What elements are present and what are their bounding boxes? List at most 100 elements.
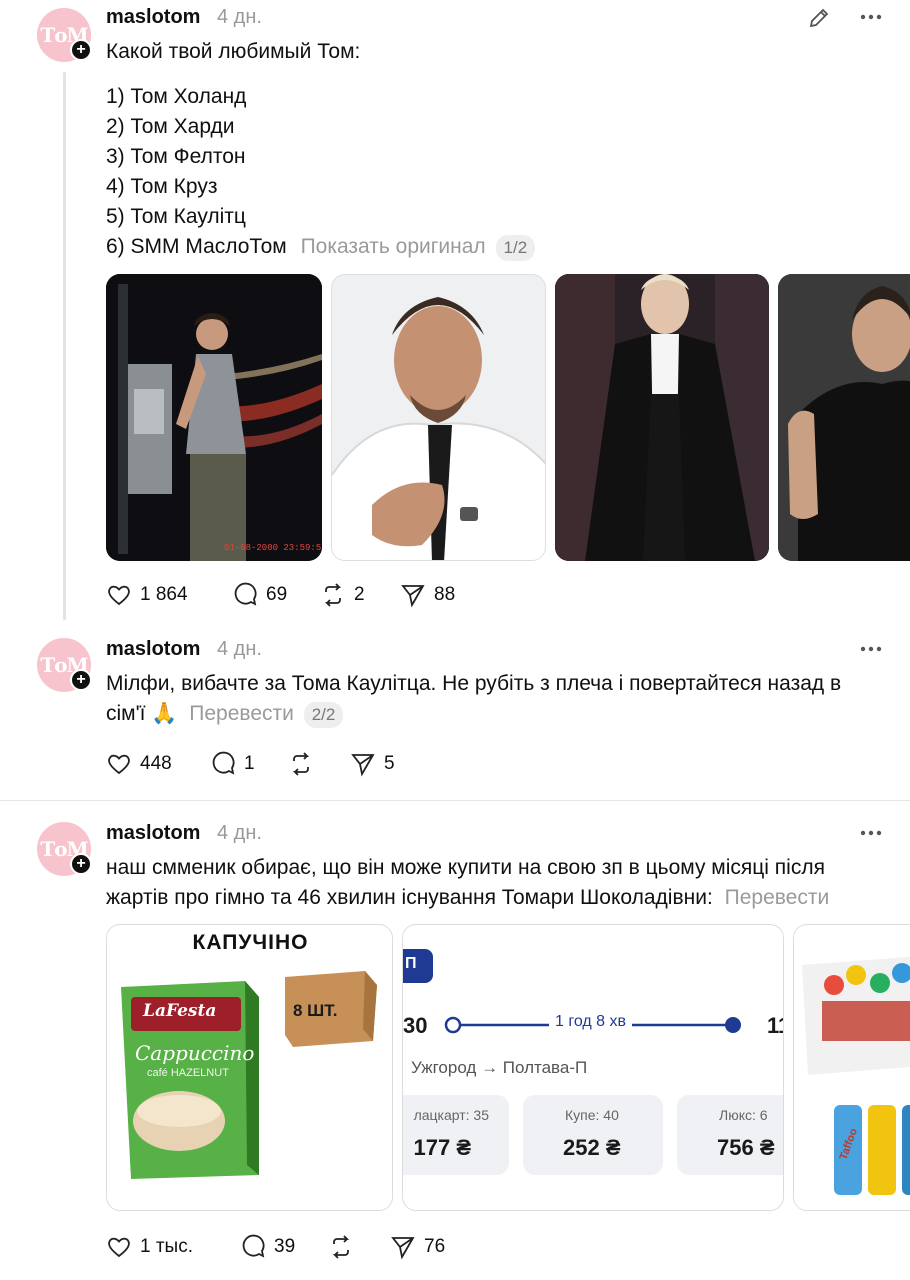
comment-button[interactable]: 69 (232, 582, 287, 608)
heart-icon (108, 754, 130, 775)
post-line: 3) Том Фелтон (106, 145, 246, 168)
follow-plus-icon[interactable]: + (70, 669, 92, 691)
share-button[interactable]: 88 (400, 582, 455, 608)
share-count: 88 (434, 584, 456, 605)
fare-option[interactable]: лацкарт: 35 177 ₴ (403, 1095, 509, 1175)
repost-button[interactable]: 2 (320, 582, 365, 608)
comment-button[interactable]: 39 (240, 1234, 295, 1260)
media-card-train-tickets[interactable]: П 30 1 год 8 хв 11 Ужгород → Полтава-П л… (402, 924, 784, 1211)
comment-count: 69 (266, 584, 288, 605)
post-time[interactable]: 4 дн. (217, 638, 262, 661)
svg-text:01-08-2000 23:59:59: 01-08-2000 23:59:59 (224, 543, 322, 553)
like-count: 448 (140, 753, 172, 774)
more-options-icon[interactable] (860, 830, 882, 836)
fare-option[interactable]: Люкс: 6 756 ₴ (677, 1095, 783, 1175)
photo-tom-holland[interactable]: 01-08-2000 23:59:59 (106, 274, 322, 561)
post-line: 2) Том Харди (106, 115, 235, 138)
fare-label: Люкс: 6 (719, 1107, 768, 1123)
more-options-icon[interactable] (860, 14, 882, 20)
fare-price: 252 ₴ (563, 1135, 621, 1160)
page-badge: 2/2 (303, 702, 344, 728)
fare-price: 177 ₴ (413, 1135, 472, 1160)
post-text-line: Мілфи, вибачте за Тома Каулітца. Не рубі… (106, 672, 842, 695)
comment-count: 1 (244, 753, 255, 774)
post-line: 6) SMM МаслоТом (106, 235, 287, 258)
comment-icon (234, 582, 257, 606)
comment-count: 39 (274, 1236, 296, 1257)
thread-line (63, 72, 66, 620)
like-button[interactable]: 1 тыс. (106, 1234, 193, 1260)
send-icon (351, 754, 375, 777)
username[interactable]: maslotom (106, 638, 200, 661)
cappuccino-flavor: café HAZELNUT (147, 1067, 229, 1079)
heart-icon (108, 1237, 130, 1258)
fare-label: Купе: 40 (565, 1107, 619, 1123)
repost-button[interactable] (328, 1234, 354, 1260)
translate-link[interactable]: Перевести (189, 702, 294, 725)
send-icon (391, 1237, 415, 1260)
share-button[interactable]: 5 (350, 751, 395, 777)
lafesta-brand: LaFesta (143, 1001, 217, 1021)
repost-button[interactable] (288, 751, 314, 777)
photo-tom-felton[interactable] (555, 274, 769, 561)
repost-icon (324, 583, 342, 607)
like-count: 1 тыс. (140, 1236, 193, 1257)
like-button[interactable]: 1 864 (106, 582, 188, 608)
username[interactable]: maslotom (106, 822, 200, 845)
edit-pencil-icon[interactable] (807, 6, 831, 30)
train-tag-banner: П (403, 949, 433, 983)
repost-icon (292, 752, 310, 776)
train-tag: П (405, 955, 417, 972)
translate-link[interactable]: Перевести (725, 886, 830, 909)
tom-holland-image: 01-08-2000 23:59:59 (106, 274, 322, 561)
box-count-label: 8 ШТ. (293, 1001, 338, 1020)
fare-label: лацкарт: 35 (413, 1107, 489, 1123)
send-icon (401, 585, 425, 608)
media-card-cappuccino[interactable]: КАПУЧІНО LaFesta Cappuccino café HAZELNU… (106, 924, 393, 1211)
route-label: Ужгород → Полтава-П (411, 1058, 588, 1077)
depart-time: 30 (403, 1013, 428, 1038)
post-text-line-last: жартів про гімно та 46 хвилин існування … (106, 883, 829, 913)
post-text: жартів про гімно та 46 хвилин існування … (106, 886, 713, 909)
repost-icon (332, 1235, 350, 1259)
arrive-time: 11 (767, 1013, 783, 1038)
post-line: 4) Том Круз (106, 175, 218, 198)
trip-duration: 1 год 8 хв (549, 1013, 632, 1031)
tom-felton-image (555, 274, 769, 561)
comment-button[interactable]: 1 (210, 751, 255, 777)
like-button[interactable]: 448 (106, 751, 172, 777)
share-count: 5 (384, 753, 395, 774)
share-count: 76 (424, 1236, 446, 1257)
post-line: Какой твой любимый Том: (106, 40, 361, 63)
share-button[interactable]: 76 (390, 1234, 445, 1260)
follow-plus-icon[interactable]: + (70, 853, 92, 875)
fare-price: 756 ₴ (717, 1135, 775, 1160)
post-text-line-last: сім'ї 🙏 Перевести 2/2 (106, 699, 344, 729)
like-count: 1 864 (140, 584, 188, 605)
post-divider (0, 800, 910, 801)
post-line: 5) Том Каулітц (106, 205, 246, 228)
candy-image: Taffoo (794, 925, 910, 1210)
photo-tom-hardy[interactable] (331, 274, 546, 561)
post-text-line: наш смменик обирає, що він може купити н… (106, 856, 825, 879)
tom-hardy-image (332, 275, 545, 560)
page-badge: 1/2 (495, 235, 536, 261)
repost-count: 2 (354, 584, 365, 605)
comment-icon (242, 1234, 265, 1258)
post-text: сім'ї 🙏 (106, 702, 178, 725)
post-time[interactable]: 4 дн. (217, 822, 262, 845)
username[interactable]: maslotom (106, 6, 200, 29)
cappuccino-product: Cappuccino (135, 1041, 255, 1065)
comment-icon (212, 751, 235, 775)
follow-plus-icon[interactable]: + (70, 39, 92, 61)
photo-tom-cruise[interactable] (778, 274, 910, 561)
show-original-link[interactable]: Показать оригинал (301, 235, 486, 258)
tom-cruise-image (778, 274, 910, 561)
heart-icon (108, 585, 130, 606)
fare-option[interactable]: Купе: 40 252 ₴ (523, 1095, 663, 1175)
post-time[interactable]: 4 дн. (217, 6, 262, 29)
post-line-last: 6) SMM МаслоТом Показать оригинал 1/2 (106, 232, 536, 262)
more-options-icon[interactable] (860, 646, 882, 652)
post-line: 1) Том Холанд (106, 85, 247, 108)
media-card-candy[interactable]: Taffoo (793, 924, 910, 1211)
